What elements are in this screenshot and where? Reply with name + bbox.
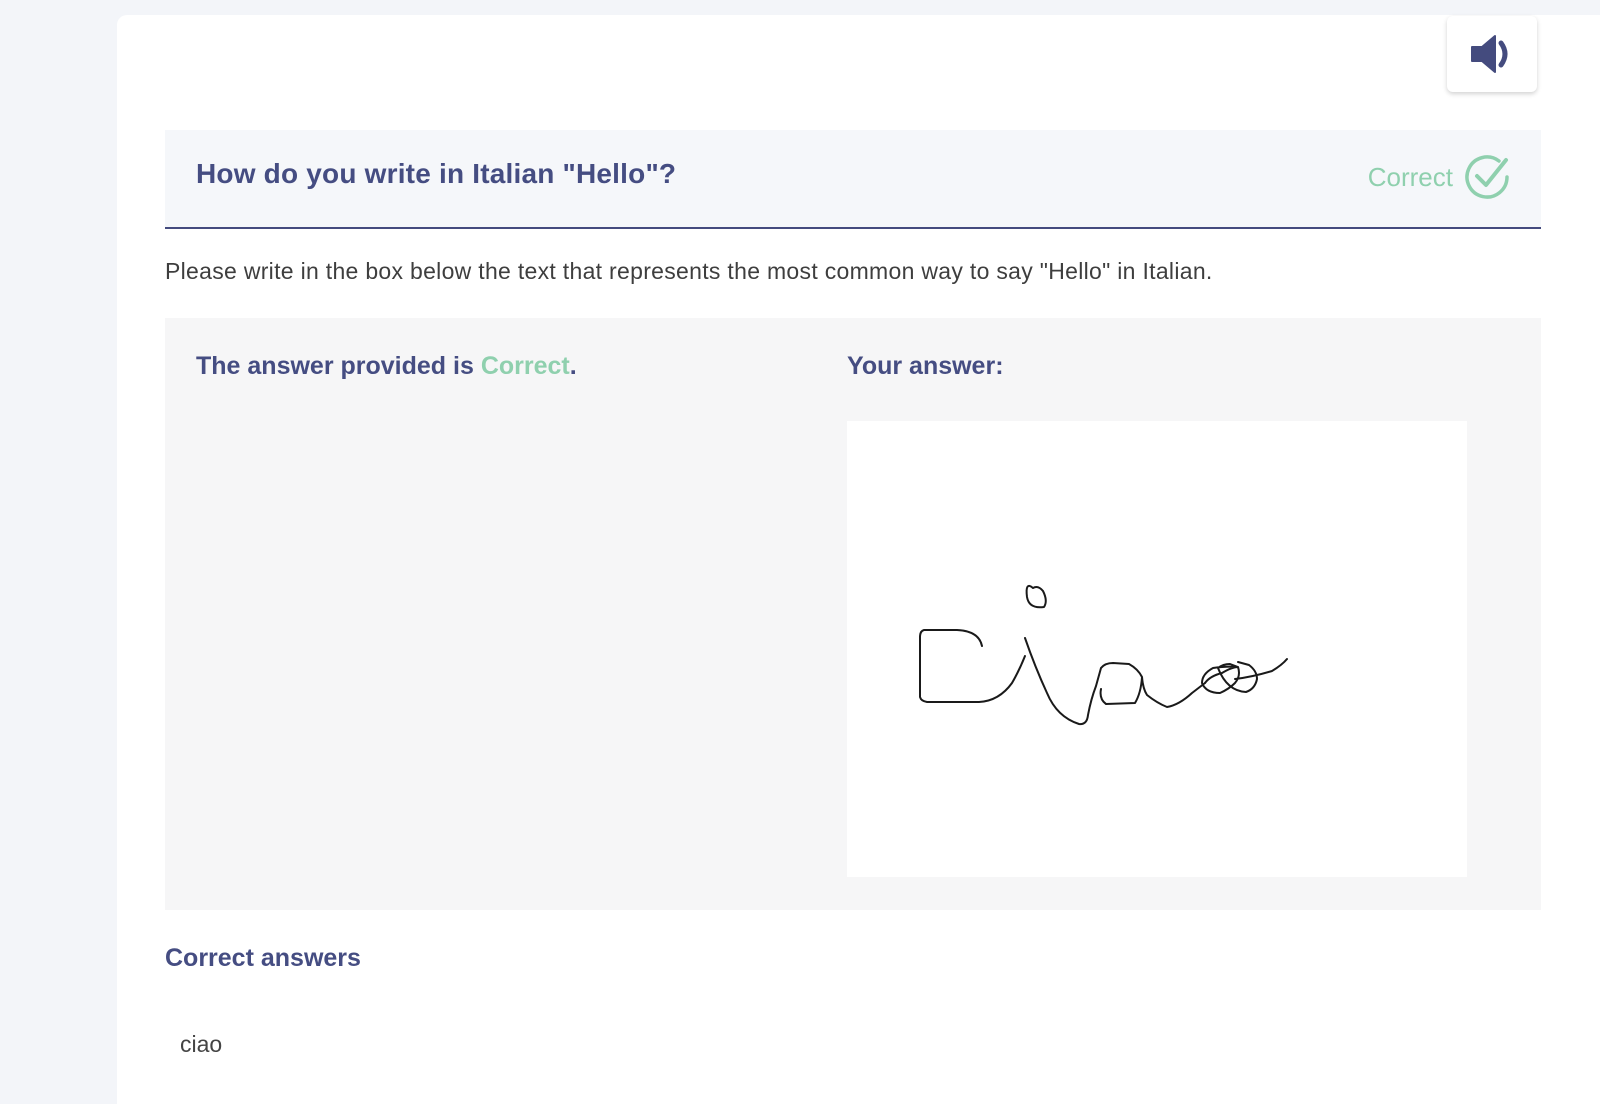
audio-button[interactable] — [1447, 16, 1537, 92]
speaker-icon — [1471, 35, 1508, 73]
result-value: Correct — [480, 352, 570, 380]
status-label: Correct — [1367, 161, 1453, 192]
question-instructions: Please write in the box below the text t… — [165, 258, 1213, 284]
result-text: The answer provided is Correct. — [196, 352, 577, 381]
status-badge: Correct — [1368, 153, 1511, 201]
correct-answer-item: ciao — [180, 1031, 223, 1057]
check-circle-icon — [1465, 155, 1509, 199]
handwriting-canvas: ciao — [847, 421, 1467, 877]
correct-answers-heading: Correct answers — [165, 944, 361, 972]
answer-panel: The answer provided is Correct. Your ans… — [165, 318, 1541, 910]
your-answer-label: Your answer: — [847, 352, 1004, 380]
result-prefix: The answer provided is — [196, 352, 481, 380]
handwritten-answer: ciao — [919, 584, 1288, 726]
question-header: How do you write in Italian "Hello"? Cor… — [165, 130, 1541, 229]
question-title: How do you write in Italian "Hello"? — [196, 158, 677, 189]
result-suffix: . — [569, 352, 577, 380]
